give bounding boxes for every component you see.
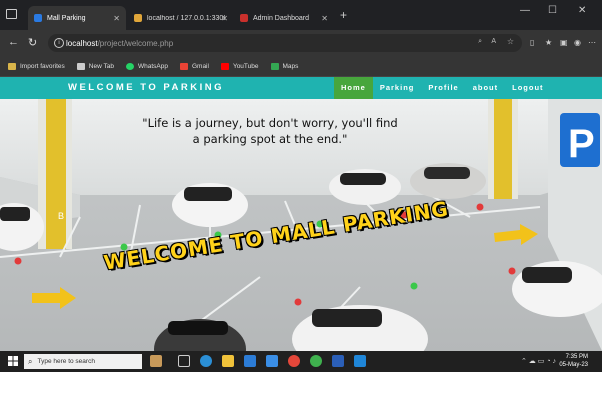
site-navbar: WELCOME TO PARKING Home Parking Profile … <box>0 77 602 99</box>
hero-quote: "Life is a journey, but don't worry, you… <box>120 115 420 147</box>
nav-profile[interactable]: Profile <box>421 77 465 99</box>
read-aloud-icon[interactable]: A <box>491 38 496 45</box>
store-icon[interactable] <box>244 355 256 367</box>
tab-phpmyadmin[interactable]: localhost / 127.0.0.1:3306 / park ✕ <box>128 6 234 30</box>
nav-logout[interactable]: Logout <box>505 77 550 99</box>
url-path: /project/welcome.php <box>97 38 174 48</box>
bookmark-label: Maps <box>282 62 299 70</box>
system-tray-icons[interactable]: ⌃ ☁ ▭ ◔ ♪ <box>521 357 556 365</box>
site-brand[interactable]: WELCOME TO PARKING <box>68 82 224 93</box>
more-menu-icon[interactable]: ⋯ <box>588 38 596 47</box>
taskbar-clock[interactable]: 7:35 PM 05-May-23 <box>559 353 588 369</box>
tab-label: Mall Parking <box>47 14 86 22</box>
maximize-icon[interactable]: ☐ <box>548 5 557 16</box>
tab-mall-parking[interactable]: Mall Parking ✕ <box>28 6 126 30</box>
page-favicon-icon <box>240 14 248 22</box>
bookmark-new-tab[interactable]: New Tab <box>76 62 114 70</box>
bookmarks-bar: Import favorites New Tab WhatsApp Gmail … <box>0 56 602 77</box>
file-explorer-icon[interactable] <box>222 355 234 367</box>
clock-time: 7:35 PM <box>565 354 588 360</box>
back-icon[interactable]: ← <box>8 36 19 48</box>
nav-parking[interactable]: Parking <box>373 77 422 99</box>
page-icon <box>76 62 85 70</box>
pillar-letter: B <box>58 211 64 221</box>
windows-taskbar: ⌕ Type here to search ⌃ ☁ ▭ ◔ ♪ 7:35 PM … <box>0 351 602 372</box>
address-bar[interactable]: i localhost/project/welcome.php ⌕ A ☆ <box>48 34 522 52</box>
minimize-icon[interactable]: — <box>520 5 530 16</box>
windows-start-icon[interactable] <box>8 356 18 366</box>
bookmark-label: YouTube <box>232 62 259 70</box>
edge-browser-icon[interactable] <box>200 355 212 367</box>
word-icon[interactable] <box>332 355 344 367</box>
whatsapp-icon <box>125 62 134 70</box>
web-page: P B WELCOME TO PARKING Home Parking Prof… <box>0 77 602 351</box>
red-sensor-light <box>14 257 22 265</box>
close-tab-icon[interactable]: ✕ <box>113 14 120 23</box>
profile-icon[interactable]: ◉ <box>574 38 581 47</box>
nav-home[interactable]: Home <box>334 77 373 99</box>
red-sensor-light <box>508 267 516 275</box>
maps-icon <box>270 62 279 70</box>
quote-line-2: a parking spot at the end." <box>192 132 348 146</box>
favorites-icon[interactable]: ★ <box>545 38 552 47</box>
nav-about[interactable]: about <box>466 77 505 99</box>
refresh-icon[interactable]: ↻ <box>28 36 37 49</box>
folder-icon <box>8 62 16 70</box>
chrome-icon[interactable] <box>288 355 300 367</box>
bookmark-label: New Tab <box>88 62 114 70</box>
collections-icon[interactable]: ▣ <box>560 38 568 47</box>
bookmark-gmail[interactable]: Gmail <box>179 62 209 70</box>
blank-area <box>0 372 602 400</box>
tab-label: localhost / 127.0.0.1:3306 / park <box>147 14 225 22</box>
bookmark-label: Gmail <box>191 62 209 70</box>
bookmark-maps[interactable]: Maps <box>270 62 299 70</box>
info-icon[interactable]: i <box>54 38 64 48</box>
split-screen-icon[interactable]: ▯ <box>530 38 534 47</box>
zoom-icon[interactable]: ⌕ <box>478 38 482 46</box>
clock-date: 05-May-23 <box>559 362 588 368</box>
vscode-icon[interactable] <box>354 355 366 367</box>
parked-car <box>410 163 486 199</box>
red-sensor-light <box>294 298 302 306</box>
browser-menu-icon[interactable] <box>6 9 17 19</box>
bookmark-youtube[interactable]: YouTube <box>220 62 259 70</box>
close-window-icon[interactable]: ✕ <box>578 5 586 16</box>
mail-icon[interactable] <box>266 355 278 367</box>
browser-toolbar: ← ↻ i localhost/project/welcome.php ⌕ A … <box>0 30 602 56</box>
bookmark-label: WhatsApp <box>137 62 168 70</box>
bookmark-whatsapp[interactable]: WhatsApp <box>125 62 168 70</box>
chrome-icon[interactable] <box>310 355 322 367</box>
site-nav-links: Home Parking Profile about Logout <box>334 77 551 99</box>
new-tab-icon[interactable]: + <box>340 8 347 22</box>
tab-admin-dashboard[interactable]: Admin Dashboard ✕ <box>234 6 334 30</box>
phpmyadmin-favicon-icon <box>134 14 142 22</box>
gmail-icon <box>179 62 188 70</box>
parked-car <box>172 183 248 227</box>
bookmark-import-favorites[interactable]: Import favorites <box>8 62 65 70</box>
tab-label: Admin Dashboard <box>253 14 310 22</box>
sign-letter: P <box>568 122 595 166</box>
close-tab-icon[interactable]: ✕ <box>221 14 228 23</box>
youtube-icon <box>220 62 229 70</box>
bookmark-label: Import favorites <box>20 62 65 70</box>
green-sensor-light <box>410 282 418 290</box>
browser-tab-strip: Mall Parking ✕ localhost / 127.0.0.1:330… <box>0 0 602 30</box>
favorite-star-icon[interactable]: ☆ <box>507 37 514 46</box>
parked-car <box>329 169 401 205</box>
task-view-icon[interactable] <box>178 355 190 367</box>
url-host: localhost <box>66 38 98 48</box>
close-tab-icon[interactable]: ✕ <box>321 14 328 23</box>
page-favicon-icon <box>34 14 42 22</box>
quote-line-1: "Life is a journey, but don't worry, you… <box>142 116 398 130</box>
taskbar-search-placeholder: Type here to search <box>37 358 95 365</box>
taskbar-search[interactable]: ⌕ Type here to search <box>24 354 142 369</box>
search-icon: ⌕ <box>28 356 33 366</box>
red-sensor-light <box>476 203 484 211</box>
news-widget-icon[interactable] <box>150 355 162 367</box>
